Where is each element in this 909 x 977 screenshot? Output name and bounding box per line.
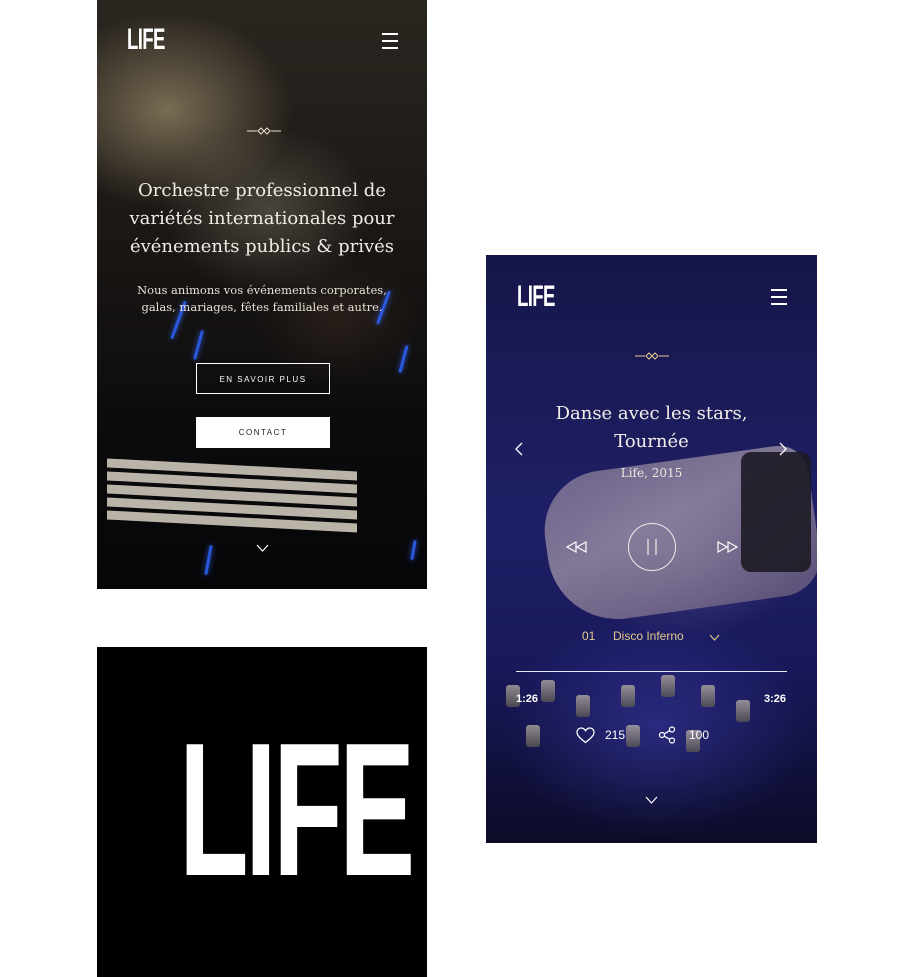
hero-subtitle-line: galas, mariages, fêtes familiales et aut… [141, 300, 383, 314]
menu-icon[interactable] [771, 289, 787, 305]
prev-arrow-icon[interactable] [515, 442, 523, 456]
fast-forward-icon[interactable] [717, 541, 739, 553]
next-arrow-icon[interactable] [779, 442, 787, 456]
likes-count: 215 [605, 728, 626, 742]
time-total: 3:26 [764, 693, 787, 705]
rewind-icon[interactable] [566, 541, 588, 553]
hero-title-line: Orchestre professionnel de [138, 180, 386, 201]
contact-button[interactable]: CONTACT [196, 417, 330, 448]
song-title-line: Tournée [614, 431, 689, 452]
ornament-icon [635, 352, 669, 360]
logo-large: LIFE [179, 704, 415, 916]
pause-icon[interactable] [627, 522, 677, 572]
track-number: 01 [582, 629, 596, 643]
logo[interactable]: LIFE [127, 25, 165, 55]
chevron-down-icon[interactable] [256, 544, 269, 552]
logo[interactable]: LIFE [517, 282, 555, 312]
shares-count: 100 [689, 728, 710, 742]
home-screen: LIFE Orchestre professionnel de variétés… [97, 0, 427, 589]
hero-title-line: événements publics & privés [129, 236, 395, 257]
player-screen: LIFE Danse avec les stars, Tournée Life,… [486, 255, 817, 843]
song-title-line: Danse avec les stars, [555, 403, 748, 424]
chevron-down-icon[interactable] [645, 796, 658, 804]
track-name: Disco Inferno [613, 629, 684, 643]
time-elapsed: 1:26 [516, 693, 539, 705]
hero-title-line: variétés internationales pour [129, 208, 395, 229]
hero-title: Orchestre professionnel de variétés inte… [117, 177, 407, 261]
learn-more-button[interactable]: EN SAVOIR PLUS [196, 363, 330, 394]
album-label: Life, 2015 [620, 466, 683, 480]
logo-card: LIFE [97, 647, 427, 977]
share-icon[interactable] [658, 726, 676, 744]
ornament-icon [247, 127, 281, 135]
menu-icon[interactable] [382, 33, 398, 49]
song-title: Danse avec les stars, Tournée [516, 400, 787, 456]
hero-subtitle-line: Nous animons vos événements corporates, [137, 283, 387, 297]
hero-subtitle: Nous animons vos événements corporates, … [127, 282, 397, 316]
chevron-down-icon[interactable] [709, 634, 720, 641]
progress-bar[interactable] [516, 671, 787, 672]
keyboard-photo-detail [107, 458, 357, 536]
heart-icon[interactable] [576, 727, 595, 744]
